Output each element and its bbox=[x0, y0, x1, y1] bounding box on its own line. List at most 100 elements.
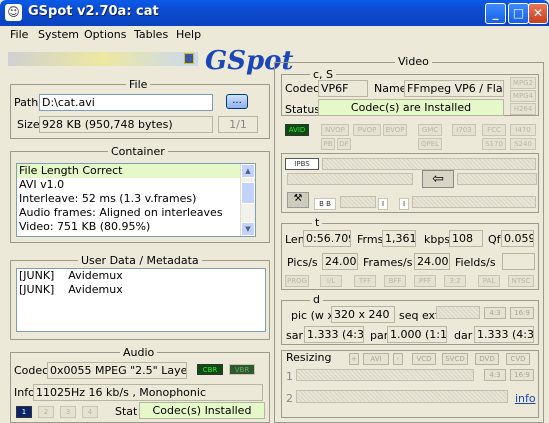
avid-tag: AVID bbox=[285, 124, 309, 136]
stream-4-button[interactable]: 4 bbox=[82, 406, 98, 418]
qf-label: Qf bbox=[488, 233, 501, 246]
seqext-field bbox=[436, 306, 480, 319]
menu-system[interactable]: System bbox=[38, 28, 79, 41]
menu-tables[interactable]: Tables bbox=[134, 28, 168, 41]
video-name-field: FFmpeg VP6 / Flash bbox=[404, 80, 504, 97]
i-marker-2[interactable]: I bbox=[399, 198, 409, 210]
resize-svcd-button[interactable]: SVCD bbox=[442, 353, 468, 365]
pulldown-tag: 3:2 bbox=[444, 275, 466, 287]
qpel-tag: QPEL bbox=[418, 138, 442, 150]
video-name-label: Name bbox=[374, 82, 407, 95]
s240-tag: S240 bbox=[510, 138, 536, 150]
prog-tag: PROG bbox=[285, 275, 309, 287]
video-codec-field: VP6F bbox=[318, 80, 368, 97]
menu-file[interactable]: File bbox=[10, 28, 28, 41]
path-field[interactable]: D:\cat.avi bbox=[39, 94, 213, 111]
audio-stat-label: Stat bbox=[115, 405, 138, 418]
video-status-label: Status bbox=[285, 103, 321, 116]
resize-row-1-label: 1 bbox=[286, 370, 293, 383]
resize-dvd-button[interactable]: DVD bbox=[475, 353, 499, 365]
par-label: par bbox=[370, 329, 389, 342]
mpg4-tag: MPG4 bbox=[510, 90, 536, 102]
container-list[interactable]: File Length Correct AVI v1.0 Interleave:… bbox=[16, 163, 256, 237]
menu-options[interactable]: Options bbox=[84, 28, 126, 41]
i470-tag: I470 bbox=[510, 124, 536, 136]
list-item[interactable]: Interleave: 52 ms (1.3 v.frames) bbox=[17, 192, 255, 206]
frms-field: 1,361 bbox=[382, 230, 416, 247]
resize-plus-button[interactable]: + bbox=[349, 353, 359, 365]
video-codec-label: Codec bbox=[285, 82, 320, 95]
userdata-list[interactable]: [JUNK] Avidemux [JUNK] Avidemux bbox=[16, 268, 266, 332]
mpg2-tag: MPG2 bbox=[510, 77, 536, 89]
path-label: Path bbox=[14, 96, 39, 109]
stream-3-button[interactable]: 3 bbox=[60, 406, 76, 418]
sar-field: 1.333 (4:3) bbox=[304, 326, 364, 343]
resize-16-9-button[interactable]: 16:9 bbox=[510, 369, 534, 381]
scroll-down-icon[interactable]: ▼ bbox=[241, 222, 255, 236]
bvop-tag: BVOP bbox=[383, 124, 407, 136]
fields-field bbox=[502, 253, 535, 270]
list-item[interactable]: Video: 751 KB (80.95%) bbox=[17, 220, 255, 234]
list-item[interactable]: Audio frames: Aligned on interleaves bbox=[17, 206, 255, 220]
window-title: GSpot v2.70a: cat bbox=[28, 4, 159, 19]
pic-label: pic (w x bbox=[291, 309, 334, 322]
sar-label: sar bbox=[286, 329, 303, 342]
cbr-tag: CBR bbox=[197, 364, 223, 375]
video-status-field: Codec(s) are Installed bbox=[318, 99, 504, 116]
container-section-title: Container bbox=[108, 145, 168, 158]
menu-help[interactable]: Help bbox=[176, 28, 201, 41]
frms-label: Frms bbox=[357, 233, 384, 246]
file-section-title: File bbox=[126, 78, 151, 91]
audio-section-title: Audio bbox=[120, 346, 158, 359]
resize-4-3-button[interactable]: 4:3 bbox=[484, 369, 506, 381]
list-item[interactable]: [JUNK] Avidemux bbox=[17, 283, 265, 297]
gspot-app-icon[interactable]: ☺ bbox=[5, 4, 22, 21]
browse-button[interactable]: ... bbox=[226, 94, 248, 109]
resize-vcd-button[interactable]: VCD bbox=[412, 353, 436, 365]
ntsc-tag: NTSC bbox=[508, 275, 534, 287]
kbps-field: 108 bbox=[449, 230, 483, 247]
menu-bar: File System Options Tables Help bbox=[0, 26, 549, 44]
list-item[interactable]: File Length Correct bbox=[17, 164, 255, 178]
minimize-button[interactable]: _ bbox=[485, 3, 506, 24]
list-item[interactable]: AVI v1.0 bbox=[17, 178, 255, 192]
ratio-4-3-button[interactable]: 4:3 bbox=[484, 307, 506, 319]
bb-button[interactable]: B B bbox=[314, 198, 336, 210]
close-button[interactable]: ✕ bbox=[528, 3, 548, 24]
swap-arrows-icon[interactable]: ⇦ bbox=[422, 170, 454, 188]
list-item[interactable]: [JUNK] Avidemux bbox=[17, 269, 265, 283]
frame-slider-left[interactable] bbox=[287, 173, 413, 185]
size-field: 928 KB (950,748 bytes) bbox=[39, 116, 213, 133]
ratio-16-9-button[interactable]: 16:9 bbox=[510, 307, 534, 319]
info-link[interactable]: info bbox=[515, 392, 536, 405]
audio-info-label: Info bbox=[14, 386, 35, 399]
tff-tag: TFF bbox=[354, 275, 376, 287]
audio-info-field: 11025Hz 16 kb/s , Monophonic bbox=[33, 384, 263, 401]
frame-bar-1 bbox=[340, 196, 376, 208]
maximize-button[interactable]: □ bbox=[508, 3, 529, 24]
wrench-icon[interactable]: ⚒ bbox=[287, 192, 309, 208]
stream-1-button[interactable]: 1 bbox=[16, 406, 32, 418]
title-bar: ☺ GSpot v2.70a: cat _ □ ✕ bbox=[0, 0, 549, 26]
scroll-thumb[interactable] bbox=[241, 182, 255, 204]
resize-row-2-label: 2 bbox=[286, 392, 293, 405]
userdata-section-title: User Data / Metadata bbox=[78, 254, 202, 267]
video-section-title: Video bbox=[395, 55, 432, 68]
par-field: 1.000 (1:1) bbox=[387, 326, 447, 343]
color-strip bbox=[8, 52, 198, 66]
s170-tag: S170 bbox=[482, 138, 506, 150]
frames-label: Frames/s bbox=[363, 256, 413, 269]
stream-2-button[interactable]: 2 bbox=[38, 406, 54, 418]
resize-minus-button[interactable]: - bbox=[393, 353, 403, 365]
container-scrollbar[interactable]: ▲ ▼ bbox=[240, 164, 255, 236]
t-label: t bbox=[312, 216, 323, 229]
resize-cvd-button[interactable]: CVD bbox=[506, 353, 530, 365]
resize-avi-button[interactable]: AVI bbox=[363, 353, 389, 365]
d-label: d bbox=[310, 293, 323, 306]
il-tag: I/L bbox=[320, 275, 342, 287]
scroll-up-icon[interactable]: ▲ bbox=[241, 164, 255, 178]
size-label: Size bbox=[17, 118, 40, 131]
frame-slider-right[interactable] bbox=[457, 173, 537, 185]
i-marker-1[interactable]: I bbox=[378, 198, 388, 210]
ipbs-button[interactable]: IPBS bbox=[285, 158, 319, 170]
